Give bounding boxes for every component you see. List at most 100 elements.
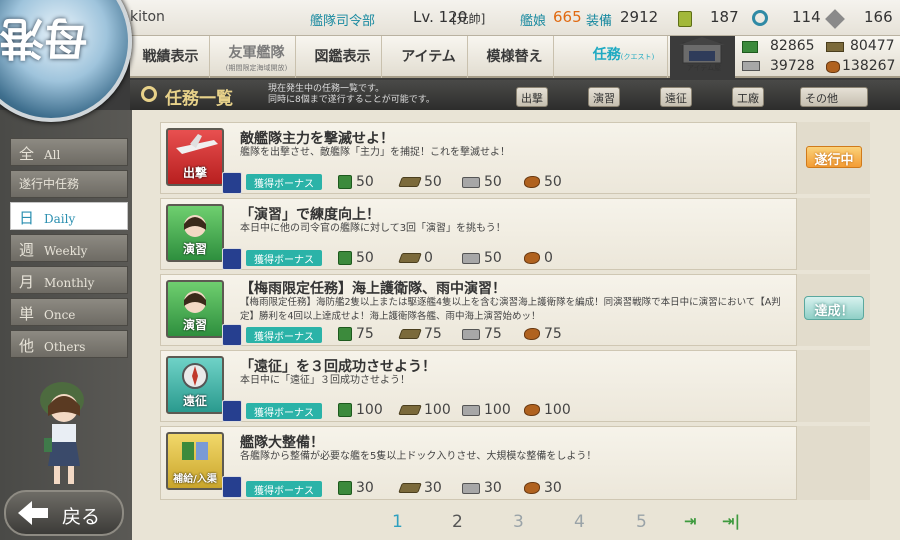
quest-title: 【梅雨限定任務】海上護衛隊、雨中演習！ <box>240 281 506 297</box>
filter-in-progress[interactable]: 遂行中任務 <box>10 170 128 198</box>
rank-title: [元帥] <box>452 12 486 26</box>
fuel-icon <box>742 41 758 53</box>
quest-title-bar <box>130 80 900 110</box>
nav-quest[interactable]: 任務(クエスト) <box>580 36 668 78</box>
quest-status-cell <box>796 426 870 500</box>
reward-steel: 30 <box>462 480 502 496</box>
page-4[interactable]: 4 <box>574 512 585 532</box>
bonus-badge: 獲得ボーナス <box>246 481 322 497</box>
steel-amount: 39728 <box>770 58 815 74</box>
ammo-amount: 80477 <box>850 38 895 54</box>
status-in-progress-badge: 遂行中 <box>806 146 862 168</box>
fuel-icon <box>338 481 352 495</box>
page-5[interactable]: 5 <box>636 512 647 532</box>
quest-category-expedition: 遠征 <box>166 356 224 414</box>
quest-category-exercise: 演習 <box>166 204 224 262</box>
daily-stamp-icon <box>222 248 242 270</box>
quest-note: 現在発生中の任務一覧です。 同時に8個まで遂行することが可能です。 <box>268 84 435 105</box>
home-port-emblem-text: 母港 <box>0 12 88 63</box>
filter-others[interactable]: 他 Others <box>10 330 128 358</box>
reward-steel: 100 <box>462 402 511 418</box>
steel-icon <box>462 404 480 416</box>
reward-bauxite: 100 <box>524 402 571 418</box>
ammo-icon <box>398 177 422 187</box>
nav-album[interactable]: 図鑑表示 <box>304 36 382 78</box>
nav-items[interactable]: アイテム <box>390 36 468 78</box>
item-shop-button[interactable]: アイテム屋 <box>675 37 733 75</box>
gear-icon <box>141 86 157 102</box>
page-2[interactable]: 2 <box>452 512 463 532</box>
quest-category-supply-dock: 補給/入渠 <box>166 432 224 490</box>
reward-bauxite: 0 <box>524 250 553 266</box>
reward-fuel: 30 <box>338 480 374 496</box>
reward-ammo: 100 <box>398 402 451 418</box>
tab-exercise[interactable]: 演習 <box>588 87 620 107</box>
devmat-count: 114 <box>792 8 821 26</box>
bauxite-icon <box>524 404 540 416</box>
bauxite-icon <box>524 176 540 188</box>
daily-stamp-icon <box>222 324 242 346</box>
reward-fuel: 50 <box>338 250 374 266</box>
reward-ammo: 50 <box>398 174 442 190</box>
devmat-icon <box>752 10 768 26</box>
nav-friend-fleet[interactable]: 友軍艦隊 (期間限定海域開放) <box>218 36 296 78</box>
page-1[interactable]: 1 <box>392 512 403 532</box>
bauxite-icon <box>524 328 540 340</box>
bonus-badge: 獲得ボーナス <box>246 403 322 419</box>
tab-other[interactable]: その他 <box>800 87 868 107</box>
page-title: 任務一覧 <box>165 89 233 109</box>
quest-status-cell <box>796 198 870 270</box>
bauxite-icon <box>524 252 540 264</box>
quest-title: 「演習」で練度向上！ <box>240 207 380 223</box>
next-page-icon[interactable]: ⇥ <box>684 512 697 530</box>
tab-sortie[interactable]: 出撃 <box>516 87 548 107</box>
bucket-count: 187 <box>710 8 739 26</box>
reward-ammo: 30 <box>398 480 442 496</box>
screw-count: 166 <box>864 8 893 26</box>
ammo-icon <box>826 42 844 52</box>
shipgirl-face-icon <box>184 291 206 313</box>
nav-interior[interactable]: 模様替え <box>476 36 554 78</box>
quest-desc: 【梅雨限定任務】海防艦2隻以上または駆逐艦4隻以上を含む演習海上護衛隊を編成！同… <box>240 297 781 322</box>
reward-steel: 75 <box>462 326 502 342</box>
reward-fuel: 75 <box>338 326 374 342</box>
filter-weekly[interactable]: 週 Weekly <box>10 234 128 262</box>
filter-all[interactable]: 全 All <box>10 138 128 166</box>
status-complete-badge[interactable]: 達成！ <box>804 296 864 320</box>
fuel-icon <box>338 403 352 417</box>
fuel-icon <box>338 175 352 189</box>
plane-icon <box>176 134 218 154</box>
compass-icon <box>182 363 208 389</box>
bonus-badge: 獲得ボーナス <box>246 174 322 190</box>
quest-desc: 本日中に「遠征」３回成功させよう！ <box>240 375 410 386</box>
daily-stamp-icon <box>222 172 242 194</box>
bonus-badge: 獲得ボーナス <box>246 327 322 343</box>
item-shop-label: アイテム屋 <box>686 64 722 72</box>
filter-daily[interactable]: 日 Daily <box>10 202 128 230</box>
tab-arsenal[interactable]: 工廠 <box>732 87 764 107</box>
daily-stamp-icon <box>222 476 242 498</box>
page-3[interactable]: 3 <box>513 512 524 532</box>
equip-count: 2912 <box>620 8 659 26</box>
secretary-ship-character[interactable] <box>24 378 104 490</box>
player-name: kiton <box>130 9 165 25</box>
quest-desc: 本日中に他の司令官の艦隊に対して3回「演習」を挑もう！ <box>240 223 506 234</box>
quest-desc: 艦隊を出撃させ、敵艦隊「主力」を捕捉！これを撃滅せよ！ <box>240 147 510 158</box>
quest-title: 敵艦隊主力を撃滅せよ！ <box>240 131 394 147</box>
daily-stamp-icon <box>222 400 242 422</box>
reward-bauxite: 50 <box>524 174 562 190</box>
bauxite-icon <box>524 482 540 494</box>
bauxite-amount: 138267 <box>842 58 896 74</box>
nav-record[interactable]: 戦績表示 <box>132 36 210 78</box>
tab-expedition[interactable]: 遠征 <box>660 87 692 107</box>
reward-fuel: 50 <box>338 174 374 190</box>
supply-icon <box>182 442 208 460</box>
filter-once[interactable]: 単 Once <box>10 298 128 326</box>
bonus-badge: 獲得ボーナス <box>246 250 322 266</box>
last-page-icon[interactable]: ⇥| <box>722 512 740 530</box>
fuel-amount: 82865 <box>770 38 815 54</box>
reward-steel: 50 <box>462 250 502 266</box>
steel-icon <box>462 252 480 264</box>
quest-desc: 各艦隊から整備が必要な艦を5隻以上ドック入りさせ、大規模な整備をしよう！ <box>240 451 597 462</box>
filter-monthly[interactable]: 月 Monthly <box>10 266 128 294</box>
